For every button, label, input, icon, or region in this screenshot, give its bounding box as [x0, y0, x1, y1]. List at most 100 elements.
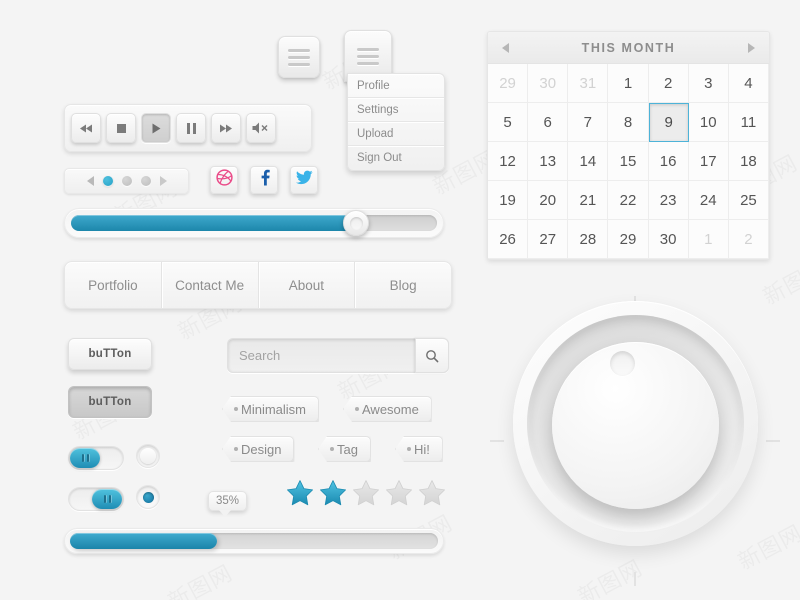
hamburger-button[interactable] [278, 36, 320, 78]
mute-button[interactable] [246, 113, 276, 143]
calendar-day[interactable]: 15 [608, 142, 649, 181]
star-empty-icon[interactable] [418, 479, 446, 507]
hamburger-icon-line [357, 54, 379, 58]
tag-design[interactable]: Design [222, 436, 295, 462]
calendar-day[interactable]: 28 [568, 220, 609, 259]
calendar-day[interactable]: 27 [528, 220, 569, 259]
calendar-day[interactable]: 2 [728, 220, 769, 259]
menu-item-sign-out[interactable]: Sign Out [348, 146, 444, 170]
toggle-off[interactable] [68, 487, 124, 511]
search-input[interactable] [228, 348, 415, 363]
knob-outer-ring[interactable] [513, 301, 758, 546]
knob-tick-bottom [634, 572, 636, 586]
calendar-day[interactable]: 29 [608, 220, 649, 259]
stop-icon [116, 123, 126, 133]
slider-handle[interactable] [343, 210, 370, 236]
calendar-day[interactable]: 4 [728, 64, 769, 103]
search-button[interactable] [415, 338, 449, 373]
volume-slider[interactable] [64, 208, 444, 238]
media-player-toolbar [64, 104, 312, 152]
calendar-day[interactable]: 25 [728, 181, 769, 220]
calendar-day[interactable]: 7 [568, 103, 609, 142]
calendar-day[interactable]: 20 [528, 181, 569, 220]
nav-item-about[interactable]: About [259, 262, 356, 308]
calendar-day[interactable]: 14 [568, 142, 609, 181]
toggle-grip-line [103, 495, 106, 503]
pagination-dot[interactable] [121, 176, 132, 186]
calendar-day[interactable]: 12 [488, 142, 529, 181]
calendar-day[interactable]: 17 [688, 142, 729, 181]
button-pressed[interactable]: buTTon [68, 386, 152, 418]
menu-item-settings[interactable]: Settings [348, 98, 444, 122]
radio-unchecked[interactable] [136, 444, 160, 468]
radio-checked[interactable] [136, 485, 160, 509]
calendar-day[interactable]: 19 [488, 181, 529, 220]
triangle-right-icon[interactable] [159, 176, 167, 186]
triangle-left-icon[interactable] [86, 176, 94, 186]
twitter-button[interactable] [290, 166, 318, 194]
nav-item-portfolio[interactable]: Portfolio [65, 262, 162, 308]
calendar-day[interactable]: 30 [648, 220, 689, 259]
search-field[interactable] [227, 338, 449, 373]
calendar-day[interactable]: 30 [528, 64, 569, 103]
knob-inner-ring[interactable] [527, 315, 744, 532]
calendar-day[interactable]: 5 [488, 103, 529, 142]
percent-tooltip: 35% [208, 491, 248, 517]
toggle-knob[interactable] [70, 448, 100, 468]
calendar-day[interactable]: 8 [608, 103, 649, 142]
volume-mute-icon [252, 122, 270, 134]
calendar-day[interactable]: 24 [688, 181, 729, 220]
calendar-day[interactable]: 16 [648, 142, 689, 181]
star-empty-icon[interactable] [385, 479, 413, 507]
calendar-day[interactable]: 21 [568, 181, 609, 220]
calendar-day[interactable]: 22 [608, 181, 649, 220]
tag-awesome[interactable]: Awesome [343, 396, 432, 422]
star-filled-icon[interactable] [319, 479, 347, 507]
stop-button[interactable] [106, 113, 136, 143]
calendar-day[interactable]: 29 [488, 64, 529, 103]
toggle-on[interactable] [68, 446, 124, 470]
play-button[interactable] [141, 113, 171, 143]
play-icon [152, 123, 161, 134]
calendar-day[interactable]: 31 [568, 64, 609, 103]
pagination-dot[interactable] [140, 176, 151, 186]
facebook-button[interactable] [250, 166, 278, 194]
star-empty-icon[interactable] [352, 479, 380, 507]
button-default[interactable]: buTTon [68, 338, 152, 370]
slider-track[interactable] [71, 210, 437, 236]
calendar-next-icon[interactable] [748, 42, 755, 53]
pagination-dot[interactable] [102, 176, 113, 186]
dribbble-icon [215, 169, 233, 191]
calendar-day[interactable]: 13 [528, 142, 569, 181]
fast-forward-button[interactable] [211, 113, 241, 143]
calendar-day[interactable]: 18 [728, 142, 769, 181]
toggle-knob[interactable] [92, 489, 122, 509]
knob-tick-left [490, 440, 504, 442]
menu-item-upload[interactable]: Upload [348, 122, 444, 146]
calendar-day[interactable]: 26 [488, 220, 529, 259]
menu-item-profile[interactable]: Profile [348, 74, 444, 98]
knob-cap[interactable] [552, 342, 719, 509]
calendar-day[interactable]: 10 [688, 103, 729, 142]
tag-minimalism[interactable]: Minimalism [222, 396, 319, 422]
calendar-day[interactable]: 1 [688, 220, 729, 259]
rewind-button[interactable] [71, 113, 101, 143]
calendar-day[interactable]: 6 [528, 103, 569, 142]
radio-inner-dot [140, 448, 156, 464]
calendar-day[interactable]: 11 [728, 103, 769, 142]
rotary-knob[interactable] [490, 296, 780, 586]
tag-tag[interactable]: Tag [318, 436, 371, 462]
calendar-day[interactable]: 1 [608, 64, 649, 103]
pause-button[interactable] [176, 113, 206, 143]
nav-item-contact-me[interactable]: Contact Me [162, 262, 259, 308]
dribbble-button[interactable] [210, 166, 238, 194]
star-filled-icon[interactable] [286, 479, 314, 507]
calendar-day-selected[interactable]: 9 [648, 103, 689, 142]
nav-item-blog[interactable]: Blog [355, 262, 451, 308]
calendar-day[interactable]: 3 [688, 64, 729, 103]
tag-hi[interactable]: Hi! [395, 436, 443, 462]
progress-track [70, 533, 438, 549]
calendar-day[interactable]: 23 [648, 181, 689, 220]
calendar-prev-icon[interactable] [502, 42, 509, 53]
calendar-day[interactable]: 2 [648, 64, 689, 103]
